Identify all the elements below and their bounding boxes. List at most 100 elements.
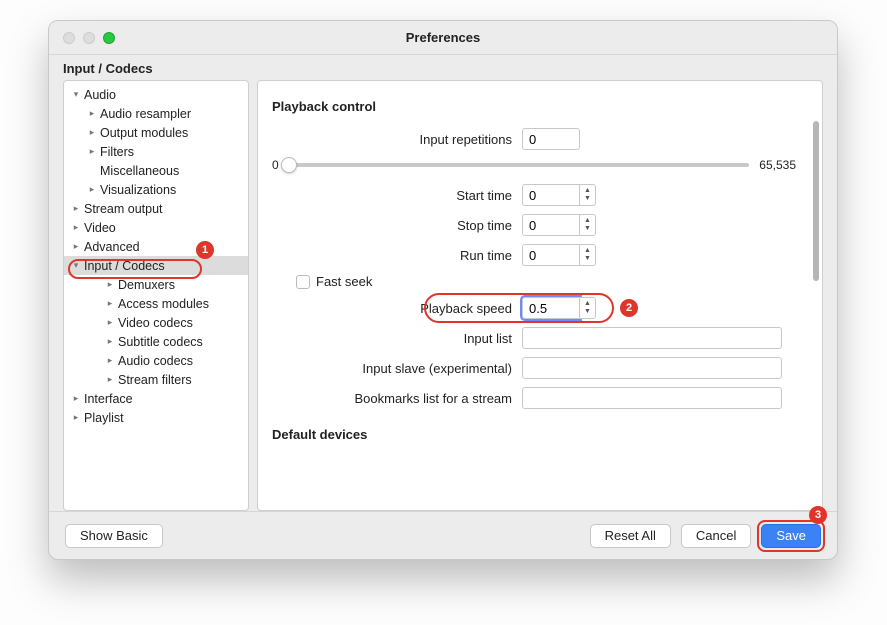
chevron-up-icon: ▲ [584,247,591,255]
chevron-right-icon: ▸ [70,203,82,214]
playback-speed-field[interactable] [522,297,580,319]
scrollbar-thumb[interactable] [813,121,819,281]
row-fast-seek: Fast seek [272,274,796,289]
cancel-button[interactable]: Cancel [681,524,751,548]
chevron-right-icon: ▸ [104,298,116,309]
chevron-right-icon: ▸ [104,355,116,366]
chevron-right-icon: ▸ [86,108,98,119]
row-input-repetitions: Input repetitions [272,128,796,150]
tree-item-label: Demuxers [118,278,175,292]
run-time-field[interactable] [522,244,580,266]
tree-item-label: Audio codecs [118,354,193,368]
tree-item[interactable]: ▸Advanced [64,237,248,256]
bottom-bar: Show Basic Reset All Cancel Save 3 [49,511,837,559]
chevron-up-icon: ▲ [584,217,591,225]
tree-item[interactable]: Miscellaneous [64,161,248,180]
chevron-right-icon: ▸ [70,393,82,404]
tree-item-label: Miscellaneous [100,164,179,178]
tree-item[interactable]: ▸Interface [64,389,248,408]
slider-max: 65,535 [759,158,796,172]
show-basic-button[interactable]: Show Basic [65,524,163,548]
tree-item[interactable]: ▸Stream output [64,199,248,218]
tree-item[interactable]: ▸Demuxers [64,275,248,294]
label-stop-time: Stop time [272,218,522,233]
chevron-right-icon: ▸ [104,374,116,385]
save-button-wrap: Save 3 [761,524,821,548]
tree-item-label: Video [84,221,116,235]
traffic-lights [49,32,115,44]
row-playback-speed: Playback speed ▲▼ 2 [272,297,796,319]
tree-item[interactable]: ▸Filters [64,142,248,161]
row-bookmarks: Bookmarks list for a stream [272,387,796,409]
slider-min: 0 [272,158,279,172]
bookmarks-field[interactable] [522,387,782,409]
input-repetitions-field[interactable] [522,128,580,150]
tree-item-label: Access modules [118,297,209,311]
label-playback-speed: Playback speed [272,301,522,316]
label-input-repetitions: Input repetitions [272,132,522,147]
content-area: ▾Audio▸Audio resampler▸Output modules▸Fi… [49,80,837,511]
tree-item-label: Advanced [84,240,140,254]
tree-item-label: Audio resampler [100,107,191,121]
label-fast-seek: Fast seek [316,274,372,289]
label-start-time: Start time [272,188,522,203]
tree-item-label: Filters [100,145,134,159]
row-stop-time: Stop time ▲▼ [272,214,796,236]
label-input-slave: Input slave (experimental) [272,361,522,376]
titlebar: Preferences [49,21,837,55]
preferences-window: Preferences Input / Codecs ▾Audio▸Audio … [48,20,838,560]
input-list-field[interactable] [522,327,782,349]
start-time-stepper[interactable]: ▲▼ [580,184,596,206]
tree-item[interactable]: ▾Audio [64,85,248,104]
tree-item[interactable]: ▸Subtitle codecs [64,332,248,351]
reset-all-button[interactable]: Reset All [590,524,671,548]
tree-item-label: Subtitle codecs [118,335,203,349]
repetitions-slider[interactable] [289,163,750,167]
input-slave-field[interactable] [522,357,782,379]
settings-panel: Playback control Input repetitions 0 65,… [257,80,823,511]
row-input-list: Input list [272,327,796,349]
tree-item[interactable]: ▾Input / Codecs [64,256,248,275]
slider-thumb-icon[interactable] [281,157,297,173]
chevron-right-icon: ▸ [86,184,98,195]
repetitions-slider-row: 0 65,535 [272,158,796,172]
tree-item[interactable]: ▸Access modules [64,294,248,313]
chevron-down-icon: ▼ [584,308,591,316]
tree-item-label: Interface [84,392,133,406]
tree-item-label: Output modules [100,126,188,140]
group-playback-control: Playback control [272,99,796,114]
chevron-right-icon: ▸ [104,317,116,328]
close-icon[interactable] [63,32,75,44]
stop-time-stepper[interactable]: ▲▼ [580,214,596,236]
settings-panel-inner: Playback control Input repetitions 0 65,… [258,81,810,510]
chevron-down-icon: ▼ [584,195,591,203]
row-start-time: Start time ▲▼ [272,184,796,206]
tree-item[interactable]: ▸Audio codecs [64,351,248,370]
group-default-devices: Default devices [272,427,796,442]
tree-item[interactable]: ▸Visualizations [64,180,248,199]
chevron-up-icon: ▲ [584,300,591,308]
category-tree[interactable]: ▾Audio▸Audio resampler▸Output modules▸Fi… [63,80,249,511]
annotation-badge-2: 2 [620,299,638,317]
label-bookmarks: Bookmarks list for a stream [272,391,522,406]
chevron-right-icon: ▸ [70,412,82,423]
chevron-right-icon: ▸ [70,222,82,233]
save-button[interactable]: Save [761,524,821,548]
chevron-right-icon: ▸ [86,146,98,157]
tree-item[interactable]: ▸Audio resampler [64,104,248,123]
fast-seek-checkbox[interactable] [296,275,310,289]
tree-item[interactable]: ▸Video codecs [64,313,248,332]
minimize-icon[interactable] [83,32,95,44]
start-time-field[interactable] [522,184,580,206]
tree-item[interactable]: ▸Video [64,218,248,237]
tree-item-label: Input / Codecs [84,259,165,273]
zoom-icon[interactable] [103,32,115,44]
run-time-stepper[interactable]: ▲▼ [580,244,596,266]
tree-item[interactable]: ▸Stream filters [64,370,248,389]
stop-time-field[interactable] [522,214,580,236]
tree-item[interactable]: ▸Playlist [64,408,248,427]
playback-speed-stepper[interactable]: ▲▼ [580,297,596,319]
tree-item[interactable]: ▸Output modules [64,123,248,142]
chevron-down-icon: ▾ [70,89,82,100]
tree-item-label: Video codecs [118,316,193,330]
